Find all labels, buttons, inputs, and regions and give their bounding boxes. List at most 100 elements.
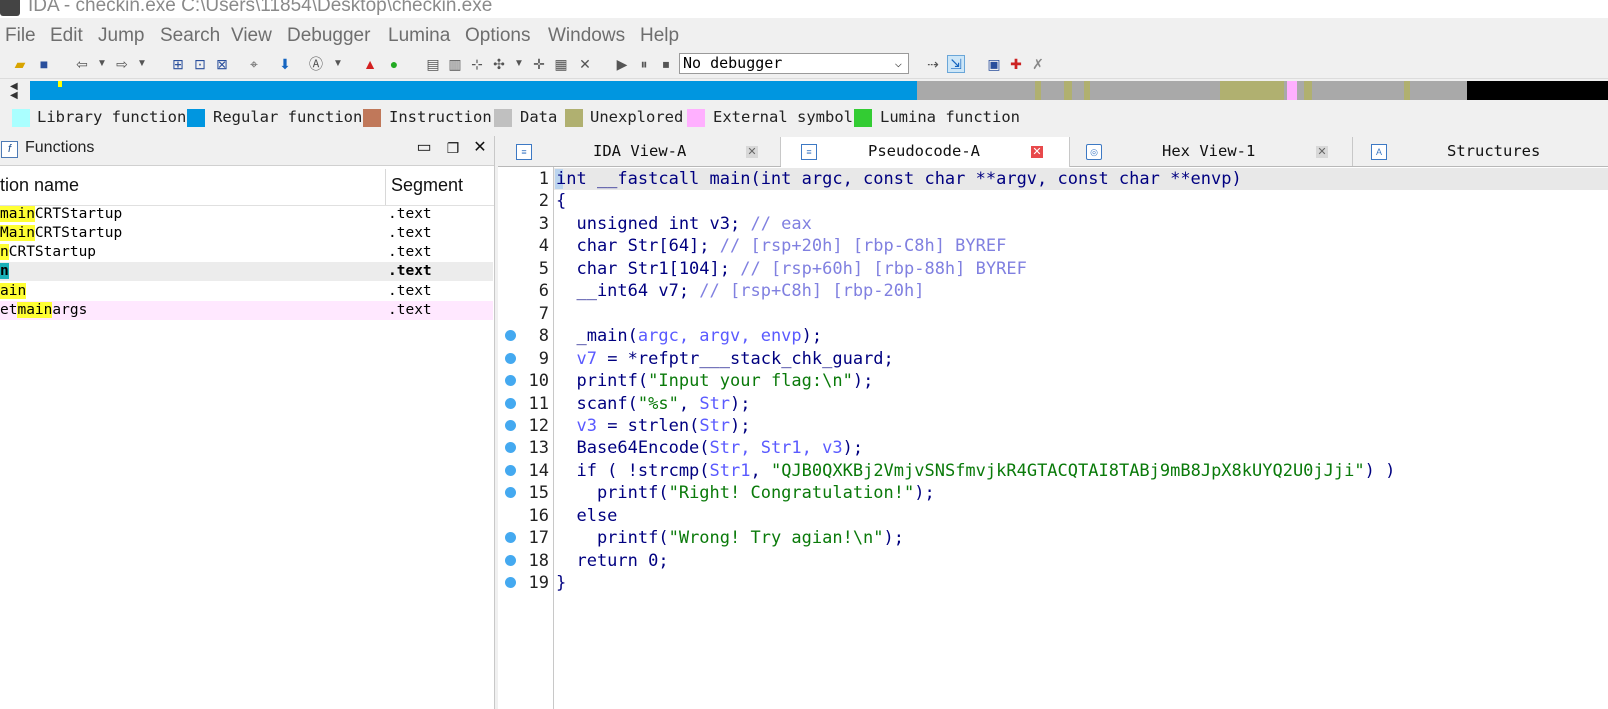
close-tab-icon[interactable]: ✕: [1316, 146, 1328, 158]
code-line-13[interactable]: Base64Encode(Str, Str1, v3);: [556, 438, 863, 458]
code-line-3[interactable]: unsigned int v3; // eax: [556, 214, 811, 234]
code-text: Base64Encode(: [556, 438, 710, 458]
menu-windows[interactable]: Windows: [548, 25, 625, 47]
nav-scroll-arrows-icon[interactable]: ◀ ◀: [10, 82, 18, 101]
menu-view[interactable]: View: [231, 25, 272, 47]
array-icon[interactable]: ✛: [531, 56, 547, 72]
close-tab-icon[interactable]: ✕: [746, 146, 758, 158]
function-name-match: main: [17, 302, 53, 318]
column-function-name[interactable]: tion name: [0, 175, 79, 196]
debugger-select[interactable]: No debugger ⌵: [679, 53, 909, 74]
forward-icon[interactable]: ⇨: [114, 56, 130, 72]
code-line-5[interactable]: char Str1[104]; // [rsp+60h] [rbp-88h] B…: [556, 259, 1026, 279]
struct-icon[interactable]: ✣: [491, 56, 507, 72]
maximize-pane-icon[interactable]: ▭: [415, 139, 433, 157]
stop-icon[interactable]: ⏹: [658, 56, 674, 72]
data-icon[interactable]: ▥: [447, 56, 463, 72]
float-pane-icon[interactable]: ❐: [444, 139, 462, 157]
code-line-1[interactable]: int __fastcall main(int argc, const char…: [556, 169, 1242, 189]
search-text-icon[interactable]: ⊡: [192, 56, 208, 72]
struct-dropdown-icon[interactable]: ▼: [511, 56, 527, 72]
function-row[interactable]: MainCRTStartup .text: [0, 224, 493, 243]
menu-options[interactable]: Options: [465, 25, 530, 47]
menu-edit[interactable]: Edit: [50, 25, 83, 47]
plugins-icon[interactable]: ✗: [1030, 56, 1046, 72]
code-line-9[interactable]: v7 = *refptr___stack_chk_guard;: [556, 349, 893, 369]
text-view-icon[interactable]: Ⓐ: [308, 56, 324, 72]
search-immediate-icon[interactable]: ⊠: [214, 56, 230, 72]
menu-search[interactable]: Search: [160, 25, 220, 47]
breakpoint-dot-icon[interactable]: [505, 375, 516, 386]
ida-view-icon: ≡: [516, 144, 532, 160]
column-segment[interactable]: Segment: [391, 175, 463, 196]
function-row[interactable]: ain .text: [0, 282, 493, 301]
tab-pseudocode-a[interactable]: ≡ Pseudocode-A ✕: [781, 137, 1070, 167]
forward-dropdown-icon[interactable]: ▼: [134, 56, 150, 72]
code-line-11[interactable]: scanf("%s", Str);: [556, 394, 750, 414]
line-number: 17: [528, 528, 549, 548]
breakpoint-dot-icon[interactable]: [505, 420, 516, 431]
function-row-selected[interactable]: n .text: [0, 262, 493, 281]
code-line-14[interactable]: if ( !strcmp(Str1, "QJB0QXKBj2VmjvSNSfmv…: [556, 461, 1395, 481]
column-divider[interactable]: [385, 169, 386, 205]
navigation-strip[interactable]: [30, 81, 1608, 100]
menu-debugger[interactable]: Debugger: [287, 25, 370, 47]
pause-icon[interactable]: ⏸: [636, 56, 652, 72]
code-view-toggle-icon[interactable]: ⇲: [947, 55, 965, 73]
code-line-17[interactable]: printf("Wrong! Try agian!\n");: [556, 528, 904, 548]
breakpoint-dot-icon[interactable]: [505, 442, 516, 453]
function-row[interactable]: etmainargs .text: [0, 301, 493, 320]
function-row[interactable]: nCRTStartup .text: [0, 243, 493, 262]
line-number: 5: [538, 259, 549, 279]
undefine-icon[interactable]: ▦: [553, 56, 569, 72]
close-pane-icon[interactable]: ✕: [471, 139, 489, 157]
code-line-19[interactable]: }: [556, 573, 566, 593]
code-icon[interactable]: ▤: [425, 56, 441, 72]
menu-file[interactable]: File: [5, 25, 36, 47]
breakpoint-dot-icon[interactable]: [505, 532, 516, 543]
start-debug-icon[interactable]: ▶: [614, 56, 630, 72]
close-tab-icon[interactable]: ✕: [1031, 146, 1043, 158]
green-circle-icon[interactable]: ●: [386, 56, 402, 72]
breakpoint-dot-icon[interactable]: [505, 330, 516, 341]
delete-icon[interactable]: ✕: [577, 56, 593, 72]
tab-ida-view-a[interactable]: ≡ IDA View-A ✕: [498, 137, 781, 166]
code-line-4[interactable]: char Str[64]; // [rsp+20h] [rbp-C8h] BYR…: [556, 236, 1006, 256]
tab-hex-view-1[interactable]: ◎ Hex View-1 ✕: [1070, 137, 1353, 166]
breakpoint-dot-icon[interactable]: [505, 398, 516, 409]
code-line-8[interactable]: _main(argc, argv, envp);: [556, 326, 822, 346]
code-line-10[interactable]: printf("Input your flag:\n");: [556, 371, 873, 391]
function-name-match: n: [0, 263, 9, 279]
back-icon[interactable]: ⇦: [74, 56, 90, 72]
breakpoint-dot-icon[interactable]: [505, 577, 516, 588]
tab-structures[interactable]: A Structures: [1353, 137, 1608, 166]
menu-jump[interactable]: Jump: [98, 25, 144, 47]
breakpoint-dot-icon[interactable]: [505, 465, 516, 476]
breakpoint-dot-icon[interactable]: [505, 555, 516, 566]
code-line-15[interactable]: printf("Right! Congratulation!");: [556, 483, 935, 503]
code-line-2[interactable]: {: [556, 191, 566, 211]
debugger-option-icon[interactable]: ⇢: [925, 56, 941, 72]
function-row[interactable]: mainCRTStartup .text: [0, 205, 493, 224]
code-line-12[interactable]: v3 = strlen(Str);: [556, 416, 750, 436]
legend-label-library: Library function: [37, 108, 187, 126]
segments-icon[interactable]: ▣: [986, 56, 1002, 72]
search-next-icon[interactable]: ⌖: [246, 56, 262, 72]
code-text: return 0;: [556, 551, 669, 571]
menu-lumina[interactable]: Lumina: [388, 25, 450, 47]
create-function-icon[interactable]: ⊹: [469, 56, 485, 72]
back-dropdown-icon[interactable]: ▼: [94, 56, 110, 72]
save-icon[interactable]: ■: [36, 56, 52, 72]
menu-help[interactable]: Help: [640, 25, 679, 47]
graph-overview-icon[interactable]: ▲: [362, 56, 378, 72]
text-dropdown-icon[interactable]: ▼: [330, 56, 346, 72]
code-line-18[interactable]: return 0;: [556, 551, 669, 571]
breakpoint-dot-icon[interactable]: [505, 487, 516, 498]
code-line-6[interactable]: __int64 v7; // [rsp+C8h] [rbp-20h]: [556, 281, 924, 301]
code-line-16[interactable]: else: [556, 506, 617, 526]
breakpoint-dot-icon[interactable]: [505, 353, 516, 364]
jump-down-icon[interactable]: ⬇: [277, 56, 293, 72]
bookmarks-icon[interactable]: ✚: [1008, 56, 1024, 72]
search-binary-icon[interactable]: ⊞: [170, 56, 186, 72]
open-icon[interactable]: ▰: [12, 56, 28, 72]
